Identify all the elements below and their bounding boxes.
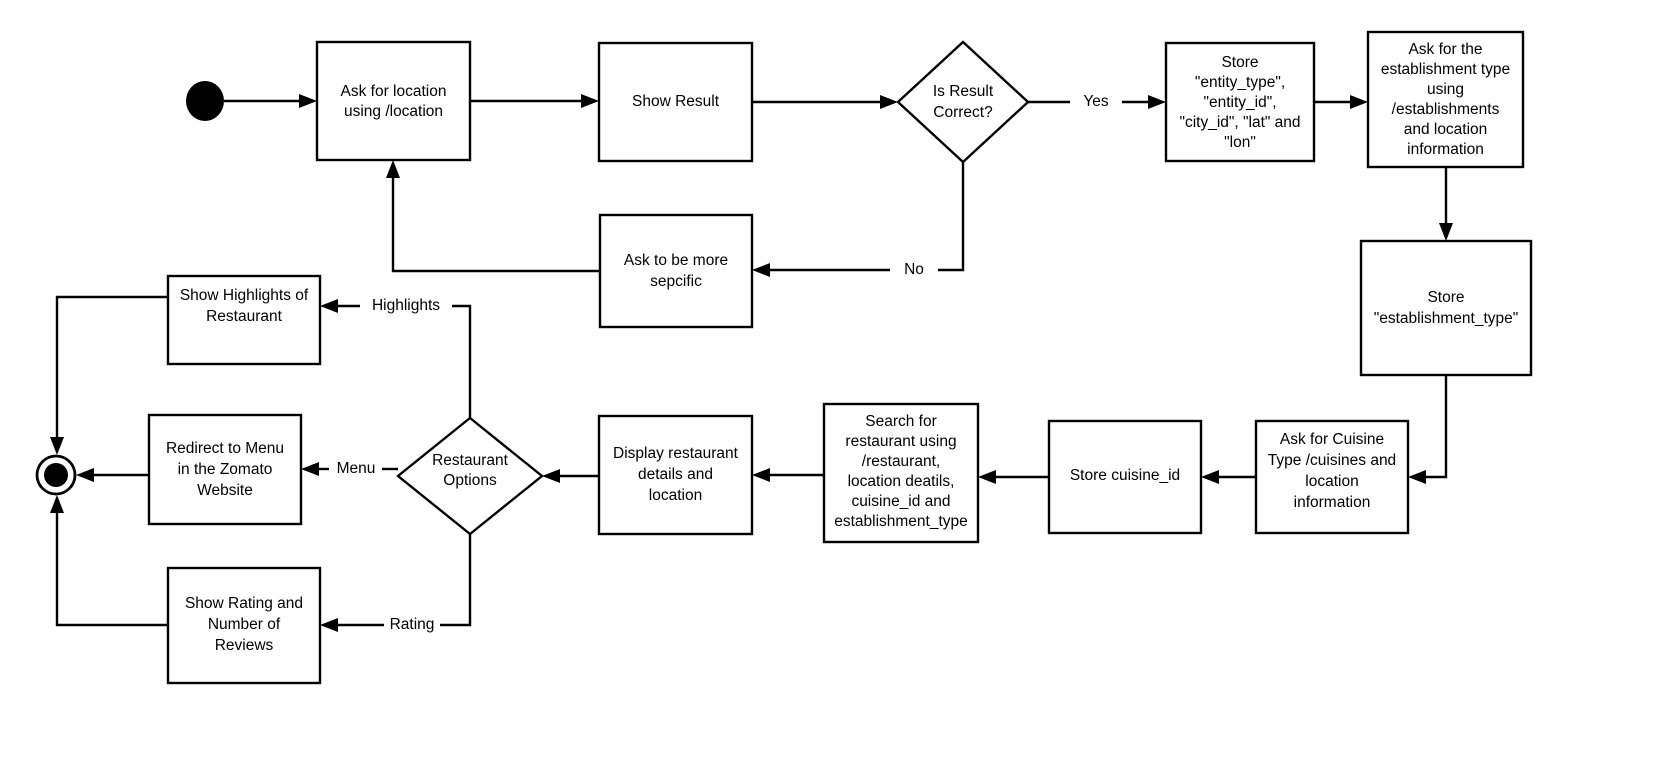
display-details-label-line3: location: [649, 487, 702, 504]
edge-label-no: No: [892, 260, 936, 280]
node-store-establishment[interactable]: Store "establishment_type": [1359, 239, 1533, 377]
show-result-label: Show Result: [632, 93, 720, 110]
flowchart-canvas: Ask for location using /location Show Re…: [0, 0, 1670, 768]
ask-cuisine-label-line1: Ask for Cuisine: [1280, 431, 1384, 448]
store-establishment-box: [1359, 239, 1533, 377]
is-result-correct-label-line1: Is Result: [933, 83, 994, 100]
restaurant-options-label-line2: Options: [443, 472, 497, 489]
node-display-details[interactable]: Display restaurant details and location: [597, 414, 754, 536]
ask-location-label-line2: using /location: [344, 103, 443, 120]
node-show-highlights[interactable]: Show Highlights of Restaurant: [166, 274, 322, 366]
restaurant-options-label-line1: Restaurant: [432, 452, 509, 469]
ask-cuisine-label-line2: Type /cuisines and: [1268, 452, 1396, 469]
redirect-menu-label-line3: Website: [197, 482, 253, 499]
edge-store-cuisine-id-to-search-restaurant: [978, 470, 1049, 484]
edge-show-result-to-decision: [752, 95, 898, 109]
edge-decision-to-ask-more-specific: [752, 162, 965, 277]
node-is-result-correct[interactable]: Is Result Correct?: [896, 40, 1030, 164]
edge-ask-establishment-to-store-establishment: [1439, 167, 1453, 241]
node-ask-establishment[interactable]: Ask for the establishment type using /es…: [1366, 30, 1525, 169]
node-ask-cuisine[interactable]: Ask for Cuisine Type /cuisines and locat…: [1254, 419, 1410, 535]
edge-label-highlights-text: Highlights: [372, 297, 440, 314]
edge-start-to-ask-location: [224, 94, 317, 108]
edge-store-entity-to-ask-establishment: [1314, 95, 1368, 109]
edge-search-restaurant-to-display-details: [752, 468, 824, 482]
node-store-entity[interactable]: Store "entity_type", "entity_id", "city_…: [1164, 41, 1316, 163]
search-restaurant-label-line4: location deatils,: [848, 473, 955, 490]
store-entity-label-line1: Store: [1221, 54, 1258, 71]
ask-cuisine-label-line4: information: [1294, 494, 1371, 511]
node-redirect-menu[interactable]: Redirect to Menu in the Zomato Website: [147, 413, 303, 526]
edge-display-details-to-restaurant-options: [542, 469, 599, 483]
ask-establishment-label-line2: establishment type: [1381, 61, 1510, 78]
ask-establishment-label-line4: /establishments: [1392, 101, 1500, 118]
ask-location-label-line1: Ask for location: [341, 83, 447, 100]
store-cuisine-id-label: Store cuisine_id: [1070, 467, 1180, 484]
node-ask-location[interactable]: Ask for location using /location: [315, 40, 472, 162]
node-restaurant-options[interactable]: Restaurant Options: [396, 416, 544, 536]
search-restaurant-label-line1: Search for: [865, 413, 937, 430]
show-highlights-label-line2: Restaurant: [206, 308, 283, 325]
show-rating-label-line2: Number of: [208, 616, 281, 633]
end-node-inner-dot: [44, 463, 68, 487]
ask-establishment-label-line5: and location: [1404, 121, 1488, 138]
store-entity-label-line2: "entity_type",: [1195, 74, 1285, 91]
ask-more-specific-label-line1: Ask to be more: [624, 252, 728, 269]
node-show-result[interactable]: Show Result: [597, 41, 754, 163]
ask-establishment-label-line6: information: [1407, 141, 1484, 158]
edge-ask-cuisine-to-store-cuisine-id: [1201, 470, 1256, 484]
edge-ask-location-to-show-result: [470, 94, 599, 108]
show-rating-label-line3: Reviews: [215, 637, 274, 654]
edge-label-rating: Rating: [386, 615, 438, 635]
edge-labels-layer: Yes No Highlights Menu Rating: [331, 92, 1120, 635]
store-entity-label-line3: "entity_id",: [1203, 94, 1276, 111]
search-restaurant-label-line2: restaurant using: [845, 433, 956, 450]
search-restaurant-label-line5: cuisine_id and: [851, 493, 950, 510]
node-ask-more-specific[interactable]: Ask to be more sepcific: [598, 213, 754, 329]
edge-store-establishment-to-ask-cuisine: [1408, 375, 1448, 484]
ask-cuisine-label-line3: location: [1305, 473, 1358, 490]
show-highlights-label-line1: Show Highlights of: [180, 287, 309, 304]
nodes-layer: Ask for location using /location Show Re…: [35, 30, 1533, 685]
store-entity-label-line5: "lon": [1224, 134, 1256, 151]
is-result-correct-label-line2: Correct?: [933, 104, 993, 121]
edge-label-rating-text: Rating: [390, 616, 435, 633]
store-entity-label-line4: "city_id", "lat" and: [1179, 114, 1300, 131]
node-show-rating[interactable]: Show Rating and Number of Reviews: [166, 566, 322, 685]
display-details-label-line1: Display restaurant: [613, 445, 739, 462]
flowchart-svg: Ask for location using /location Show Re…: [35, 30, 1533, 685]
display-details-label-line2: details and: [638, 466, 713, 483]
node-store-cuisine-id[interactable]: Store cuisine_id: [1047, 419, 1203, 535]
store-establishment-label-line2: "establishment_type": [1374, 310, 1519, 327]
node-start[interactable]: [186, 81, 224, 121]
edge-label-menu: Menu: [331, 459, 381, 479]
ask-establishment-label-line3: using: [1427, 81, 1464, 98]
ask-more-specific-label-line2: sepcific: [650, 273, 702, 290]
search-restaurant-label-line6: establishment_type: [834, 513, 968, 530]
edge-redirect-menu-to-end: [76, 468, 149, 482]
node-end[interactable]: [35, 454, 77, 496]
is-result-correct-diamond: [896, 40, 1030, 164]
ask-location-box: [315, 40, 472, 162]
edge-label-highlights: Highlights: [362, 296, 450, 316]
search-restaurant-label-line3: /restaurant,: [862, 453, 940, 470]
ask-establishment-label-line1: Ask for the: [1408, 41, 1482, 58]
edge-restaurant-options-to-show-highlights: [320, 299, 472, 418]
start-node-circle: [186, 81, 224, 121]
show-rating-label-line1: Show Rating and: [185, 595, 303, 612]
edge-label-yes-text: Yes: [1083, 93, 1109, 110]
ask-more-specific-box: [598, 213, 754, 329]
node-search-restaurant[interactable]: Search for restaurant using /restaurant,…: [822, 402, 980, 544]
redirect-menu-label-line2: in the Zomato: [178, 461, 273, 478]
edge-ask-more-specific-to-ask-location: [386, 160, 600, 273]
redirect-menu-label-line1: Redirect to Menu: [166, 440, 284, 457]
store-establishment-label-line1: Store: [1427, 289, 1464, 306]
edge-label-no-text: No: [904, 261, 924, 278]
edge-label-yes: Yes: [1072, 92, 1120, 112]
edge-label-menu-text: Menu: [337, 460, 376, 477]
